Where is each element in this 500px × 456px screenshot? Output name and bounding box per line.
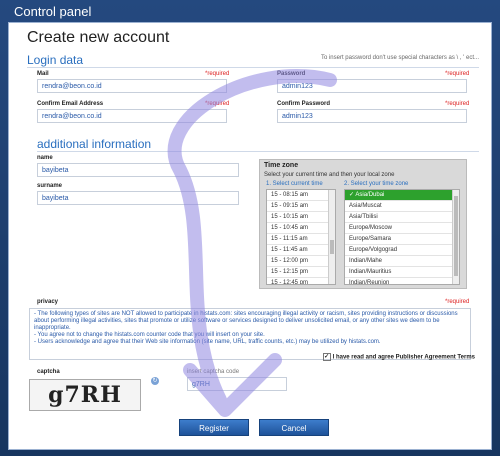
confirm-password-label: Confirm Password [277, 101, 331, 107]
additional-section-title: additional information [37, 137, 152, 151]
main-panel: Create new account Login data To insert … [8, 22, 492, 450]
timezone-time-heading: 1. Select current time [266, 181, 323, 187]
zone-option[interactable]: Indian/Reunion [345, 278, 459, 284]
time-option[interactable]: 15 - 09:15 am [267, 201, 335, 212]
time-option[interactable]: 15 - 12:45 pm [267, 278, 335, 284]
login-divider [27, 67, 479, 68]
refresh-captcha-icon[interactable]: ↻ [151, 377, 159, 385]
confirm-email-required: *required [205, 101, 230, 107]
mail-label: Mail [37, 71, 49, 77]
register-button[interactable]: Register [179, 419, 249, 436]
zone-list-scrollbar[interactable] [452, 190, 459, 284]
mail-required: *required [205, 71, 230, 77]
time-option[interactable]: 15 - 12:00 pm [267, 256, 335, 267]
cancel-button[interactable]: Cancel [259, 419, 329, 436]
privacy-label: privacy [37, 299, 59, 305]
zone-option[interactable]: Europe/Moscow [345, 223, 459, 234]
page-title: Create new account [27, 29, 170, 46]
timezone-panel: Time zone Select your current time and t… [259, 159, 467, 289]
mail-input[interactable]: rendra@beon.co.id [37, 79, 227, 93]
login-section-title: Login data [27, 53, 84, 67]
password-label: Password [277, 71, 306, 77]
password-required: *required [445, 71, 470, 77]
confirm-email-input[interactable]: rendra@beon.co.id [37, 109, 227, 123]
additional-divider [37, 151, 479, 152]
window-frame: Control panel Create new account Login d… [0, 0, 500, 456]
captcha-input[interactable]: g7RH [187, 377, 287, 391]
zone-option[interactable]: ✓ Asia/Dubai [345, 190, 459, 201]
zone-option[interactable]: Asia/Tbilisi [345, 212, 459, 223]
agree-label: I have read and agree Publisher Agreemen… [332, 354, 475, 361]
privacy-line: - Users acknowledge and agree that their… [34, 339, 381, 345]
zone-option[interactable]: Europe/Samara [345, 234, 459, 245]
timezone-subtitle: Select your current time and then your l… [264, 172, 395, 178]
zone-option[interactable]: Europe/Volgograd [345, 245, 459, 256]
timezone-zone-heading: 2. Select your time zone [344, 181, 409, 187]
time-list[interactable]: 15 - 08:15 am 15 - 09:15 am 15 - 10:15 am 1… [266, 189, 336, 285]
time-option[interactable]: 15 - 12:15 pm [267, 267, 335, 278]
privacy-line: - You agree not to change the histats.co… [34, 332, 265, 338]
password-hint: To insert password don't use special cha… [320, 55, 479, 61]
captcha-input-label: insert captcha code [187, 369, 240, 375]
window-title: Control panel [14, 4, 92, 19]
name-input[interactable]: bayibeta [37, 163, 239, 177]
agree-row[interactable]: ✓ I have read and agree Publisher Agreeme… [322, 353, 475, 361]
captcha-image: g7RH [29, 379, 141, 411]
captcha-label: captcha [37, 369, 60, 375]
zone-list[interactable]: ✓ Asia/Dubai Asia/Muscat Asia/Tbilisi Europ… [344, 189, 460, 285]
surname-label: surname [37, 183, 63, 189]
timezone-title: Time zone [264, 162, 299, 169]
confirm-password-required: *required [445, 101, 470, 107]
privacy-required: *required [445, 299, 470, 305]
time-option[interactable]: 15 - 10:45 am [267, 223, 335, 234]
time-option[interactable]: 15 - 08:15 am [267, 190, 335, 201]
zone-option[interactable]: Indian/Mahe [345, 256, 459, 267]
time-option[interactable]: 15 - 11:45 am [267, 245, 335, 256]
privacy-line: - The following types of sites are NOT a… [34, 311, 458, 331]
zone-option[interactable]: Asia/Muscat [345, 201, 459, 212]
time-option[interactable]: 15 - 11:15 am [267, 234, 335, 245]
zone-option[interactable]: Indian/Mauritius [345, 267, 459, 278]
confirm-password-input[interactable]: admin123 [277, 109, 467, 123]
surname-input[interactable]: bayibeta [37, 191, 239, 205]
agree-checkbox[interactable]: ✓ [322, 353, 331, 361]
confirm-email-label: Confirm Email Address [37, 101, 104, 107]
password-input[interactable]: admin123 [277, 79, 467, 93]
time-list-scrollbar[interactable] [328, 190, 335, 284]
name-label: name [37, 155, 53, 161]
time-option[interactable]: 15 - 10:15 am [267, 212, 335, 223]
